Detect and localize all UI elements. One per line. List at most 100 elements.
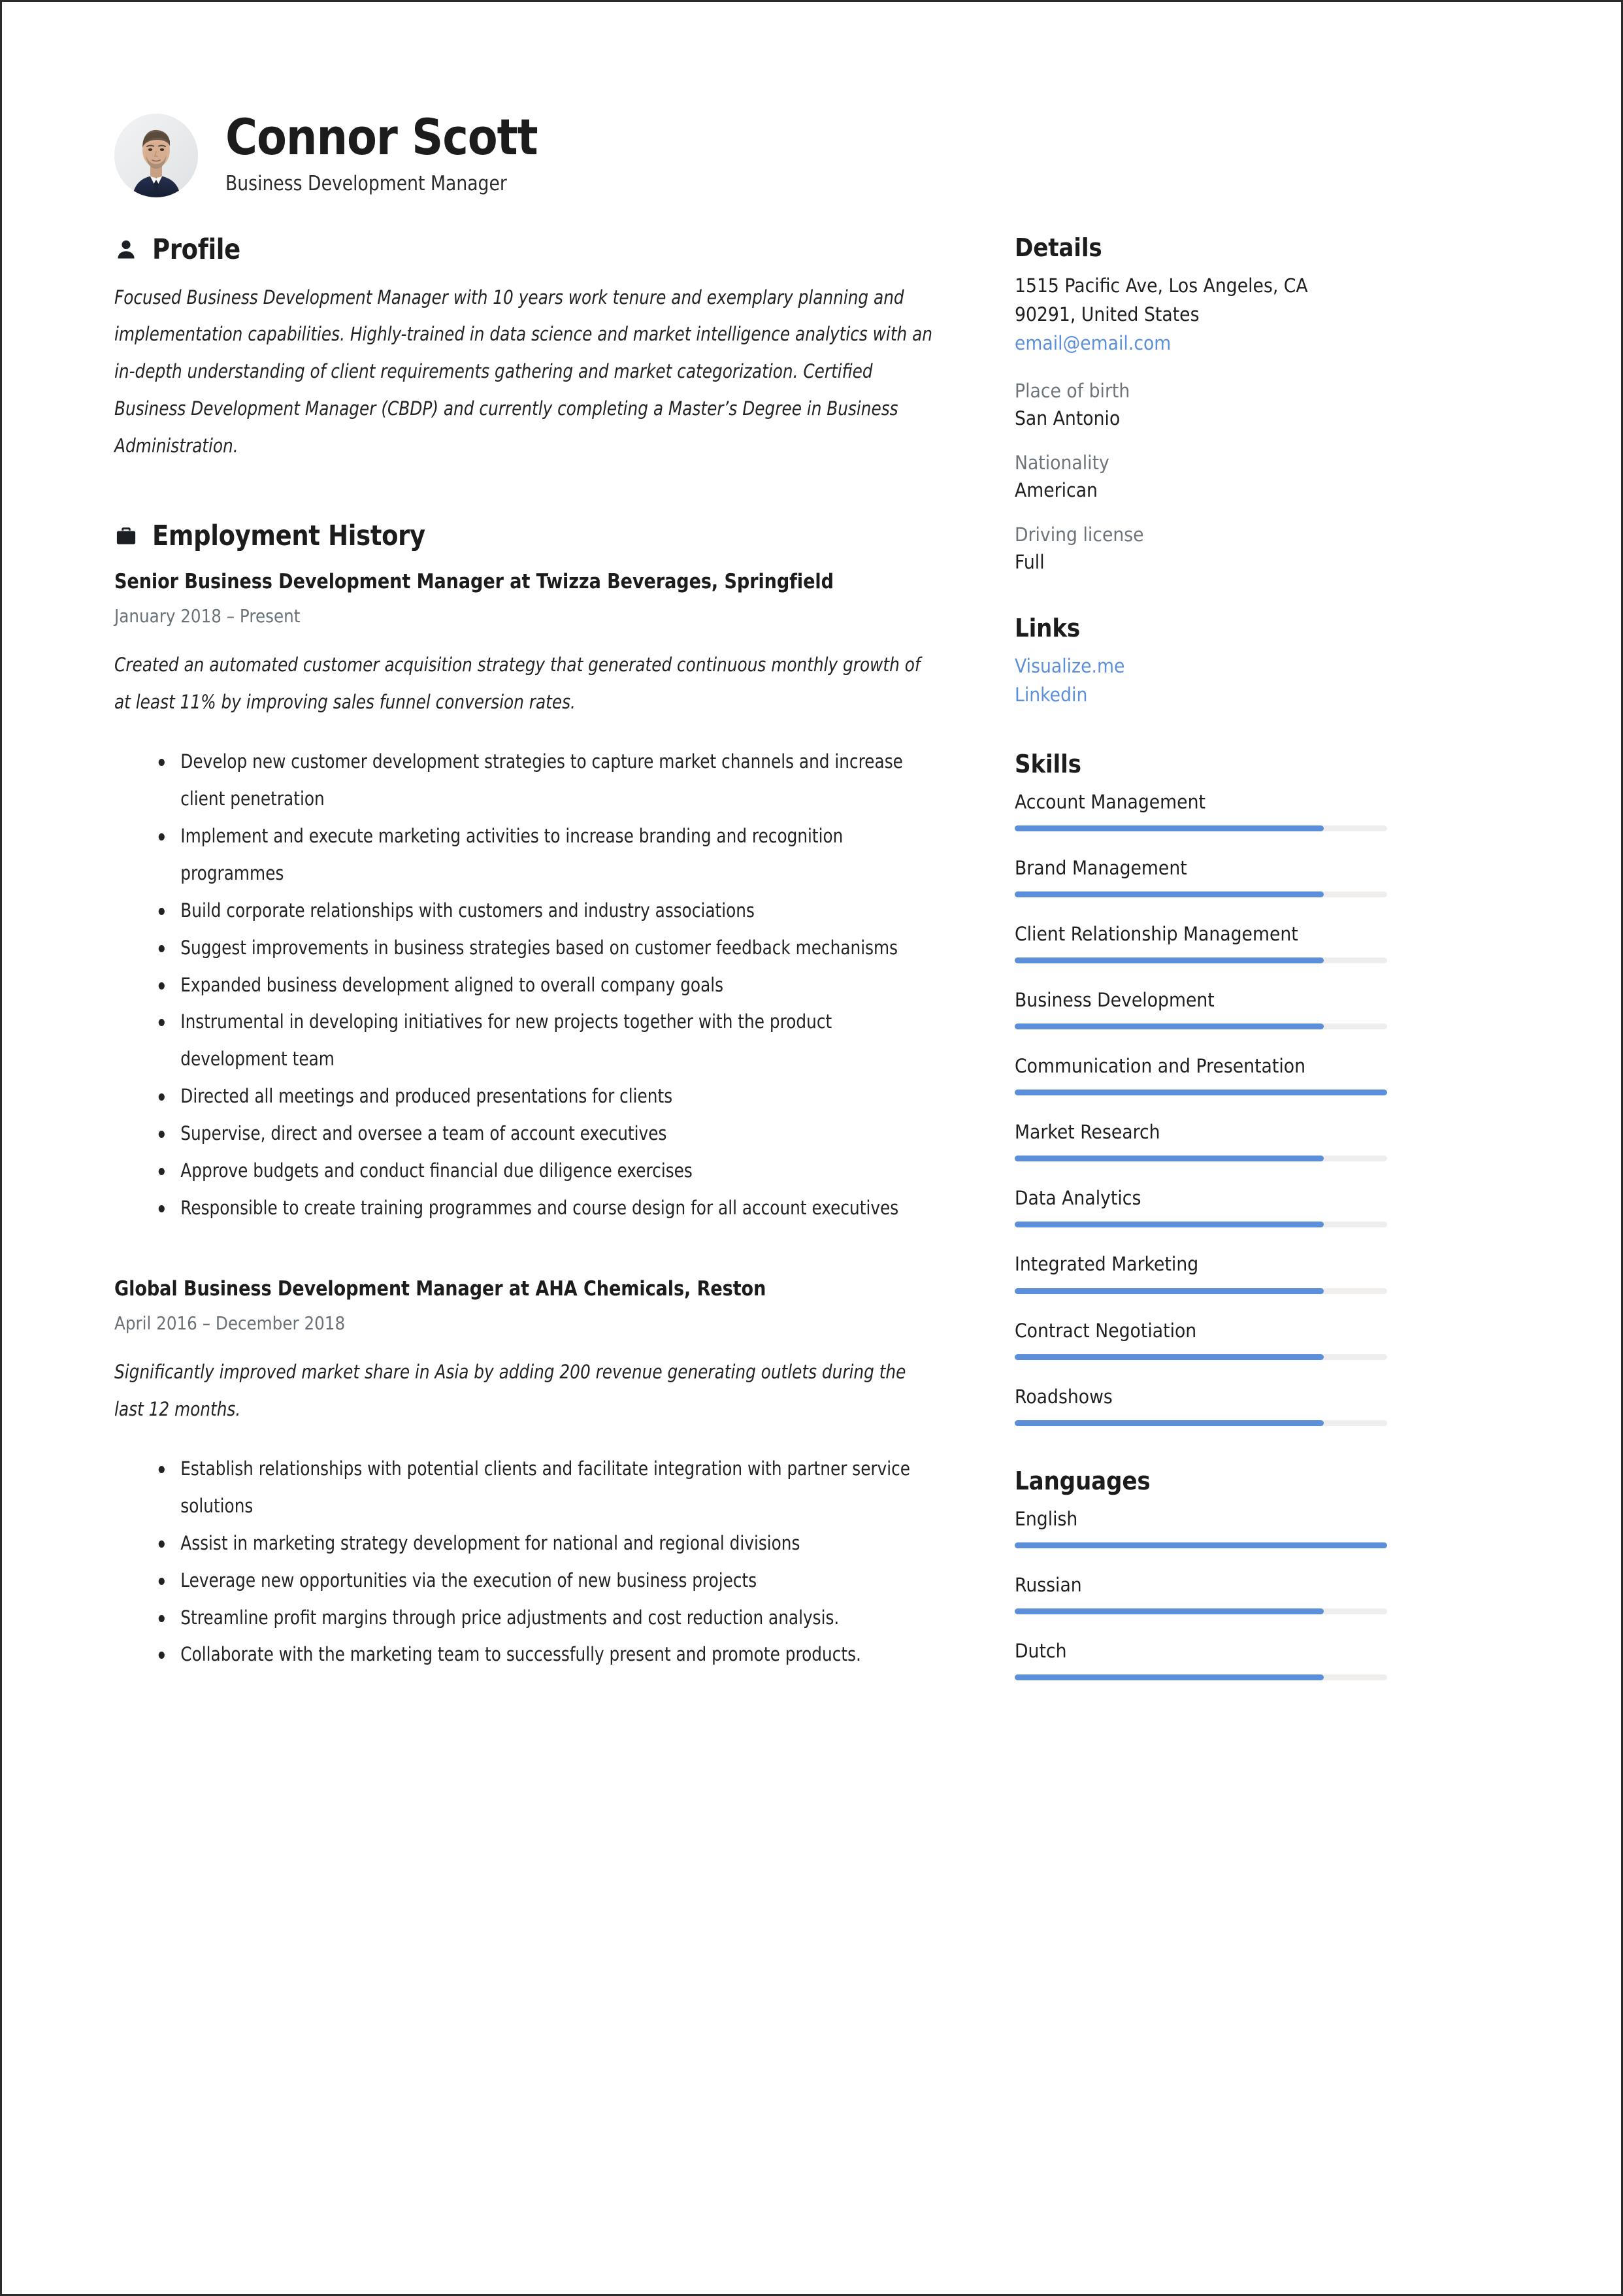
list-item: Approve budgets and conduct financial du… xyxy=(157,1152,936,1190)
profile-section-header: Profile xyxy=(114,233,936,266)
link-visualize-me[interactable]: Visualize.me xyxy=(1015,652,1390,680)
profile-text: Focused Business Development Manager wit… xyxy=(114,286,933,458)
list-item: Supervise, direct and oversee a team of … xyxy=(157,1115,936,1152)
skill-item: Brand Management xyxy=(1015,854,1392,898)
nationality-value: American xyxy=(1015,478,1098,501)
employment-entry: Global Business Development Manager at A… xyxy=(114,1273,936,1673)
skill-label: Account Management xyxy=(1015,790,1205,813)
job-dates: April 2016 – December 2018 xyxy=(114,1312,346,1334)
link-linkedin[interactable]: Linkedin xyxy=(1015,680,1390,709)
languages-section: Languages English Russian Dutch xyxy=(1015,1467,1392,1680)
skill-bar-fill xyxy=(1015,1090,1387,1096)
skill-bar-fill xyxy=(1015,1222,1324,1228)
place-of-birth-label: Place of birth xyxy=(1015,379,1130,402)
skills-section: Skills Account Management Brand Manageme… xyxy=(1015,750,1392,1426)
skill-item: Communication and Presentation xyxy=(1015,1052,1392,1096)
list-item: Establish relationships with potential c… xyxy=(157,1450,936,1525)
links-section-title: Links xyxy=(1015,613,1081,642)
address-line-2: 90291, United States xyxy=(1015,303,1200,325)
list-item: Assist in marketing strategy development… xyxy=(157,1525,936,1562)
skill-bar-track xyxy=(1015,1156,1387,1162)
skill-label: Contract Negotiation xyxy=(1015,1319,1197,1342)
employment-section-title: Employment History xyxy=(152,520,425,553)
driving-license-value: Full xyxy=(1015,550,1045,573)
language-label: English xyxy=(1015,1507,1078,1530)
resume-page: Connor Scott Business Development Manage… xyxy=(0,0,1623,2296)
list-item: Streamline profit margins through price … xyxy=(157,1599,936,1637)
skill-item: Client Relationship Management xyxy=(1015,920,1392,964)
skill-label: Market Research xyxy=(1015,1121,1160,1144)
languages-section-title: Languages xyxy=(1015,1466,1151,1495)
skill-item: Market Research xyxy=(1015,1118,1392,1162)
skill-label: Communication and Presentation xyxy=(1015,1055,1306,1078)
skill-bar-track xyxy=(1015,1222,1387,1228)
job-bullet-list: Establish relationships with potential c… xyxy=(114,1450,936,1674)
main-column: Profile Focused Business Development Man… xyxy=(2,233,982,1674)
language-label: Russian xyxy=(1015,1573,1082,1596)
job-role: Senior Business Development Manager at T… xyxy=(114,570,834,594)
list-item: Develop new customer development strateg… xyxy=(157,743,936,818)
skill-label: Roadshows xyxy=(1015,1385,1113,1408)
list-item: Directed all meetings and produced prese… xyxy=(157,1078,936,1115)
list-item: Build corporate relationships with custo… xyxy=(157,892,936,929)
language-label: Dutch xyxy=(1015,1639,1067,1662)
list-item: Expanded business development aligned to… xyxy=(157,967,936,1004)
skill-bar-fill xyxy=(1015,1420,1324,1426)
skill-bar-track xyxy=(1015,891,1387,898)
skill-item: Integrated Marketing xyxy=(1015,1250,1392,1294)
language-item: Russian xyxy=(1015,1571,1392,1614)
skill-item: Data Analytics xyxy=(1015,1184,1392,1228)
briefcase-icon xyxy=(114,524,138,548)
language-bar-fill xyxy=(1015,1608,1324,1614)
skill-bar-track xyxy=(1015,1090,1387,1096)
driving-license-label: Driving license xyxy=(1015,523,1144,546)
list-item: Responsible to create training programme… xyxy=(157,1190,936,1227)
list-item: Leverage new opportunities via the execu… xyxy=(157,1562,936,1599)
skill-label: Client Relationship Management xyxy=(1015,923,1298,946)
skill-bar-track xyxy=(1015,957,1387,964)
details-section: Details 1515 Pacific Ave, Los Angeles, C… xyxy=(1015,233,1392,573)
language-bar-track xyxy=(1015,1608,1387,1614)
skill-label: Brand Management xyxy=(1015,856,1187,879)
sidebar-column: Details 1515 Pacific Ave, Los Angeles, C… xyxy=(982,233,1439,1703)
skill-bar-track xyxy=(1015,1023,1387,1030)
job-title-subtitle: Business Development Manager xyxy=(225,171,507,195)
avatar-photo xyxy=(114,113,198,197)
skill-bar-fill xyxy=(1015,825,1324,831)
job-bullet-list: Develop new customer development strateg… xyxy=(114,743,936,1227)
skills-section-title: Skills xyxy=(1015,749,1081,778)
skill-bar-fill xyxy=(1015,957,1324,964)
skill-bar-fill xyxy=(1015,891,1324,898)
skill-item: Contract Negotiation xyxy=(1015,1316,1392,1360)
email-link[interactable]: email@email.com xyxy=(1015,332,1171,354)
name-block: Connor Scott Business Development Manage… xyxy=(225,112,580,199)
skill-label: Integrated Marketing xyxy=(1015,1253,1199,1276)
list-item: Suggest improvements in business strateg… xyxy=(157,929,936,967)
nationality-label: Nationality xyxy=(1015,451,1109,474)
language-bar-track xyxy=(1015,1674,1387,1680)
avatar xyxy=(114,113,198,197)
skill-bar-track xyxy=(1015,825,1387,831)
list-item: Implement and execute marketing activiti… xyxy=(157,818,936,892)
profile-section-title: Profile xyxy=(152,233,240,266)
employment-entry: Senior Business Development Manager at T… xyxy=(114,565,936,1227)
links-section: Links Visualize.me Linkedin xyxy=(1015,614,1392,709)
language-bar-track xyxy=(1015,1542,1387,1548)
person-icon xyxy=(114,238,138,261)
job-dates: January 2018 – Present xyxy=(114,605,301,627)
skill-bar-track xyxy=(1015,1288,1387,1294)
resume-body: Profile Focused Business Development Man… xyxy=(2,199,1621,1703)
skill-item: Business Development xyxy=(1015,986,1392,1030)
address-line-1: 1515 Pacific Ave, Los Angeles, CA xyxy=(1015,274,1308,297)
language-bar-fill xyxy=(1015,1542,1387,1548)
job-role: Global Business Development Manager at A… xyxy=(114,1276,766,1301)
skill-label: Data Analytics xyxy=(1015,1187,1141,1210)
employment-section-header: Employment History xyxy=(114,520,936,552)
skill-item: Account Management xyxy=(1015,788,1392,831)
skill-item: Roadshows xyxy=(1015,1382,1392,1426)
skill-bar-fill xyxy=(1015,1023,1324,1030)
skill-bar-track xyxy=(1015,1420,1387,1426)
skill-bar-fill xyxy=(1015,1156,1324,1162)
place-of-birth-value: San Antonio xyxy=(1015,407,1121,429)
language-item: English xyxy=(1015,1505,1392,1548)
